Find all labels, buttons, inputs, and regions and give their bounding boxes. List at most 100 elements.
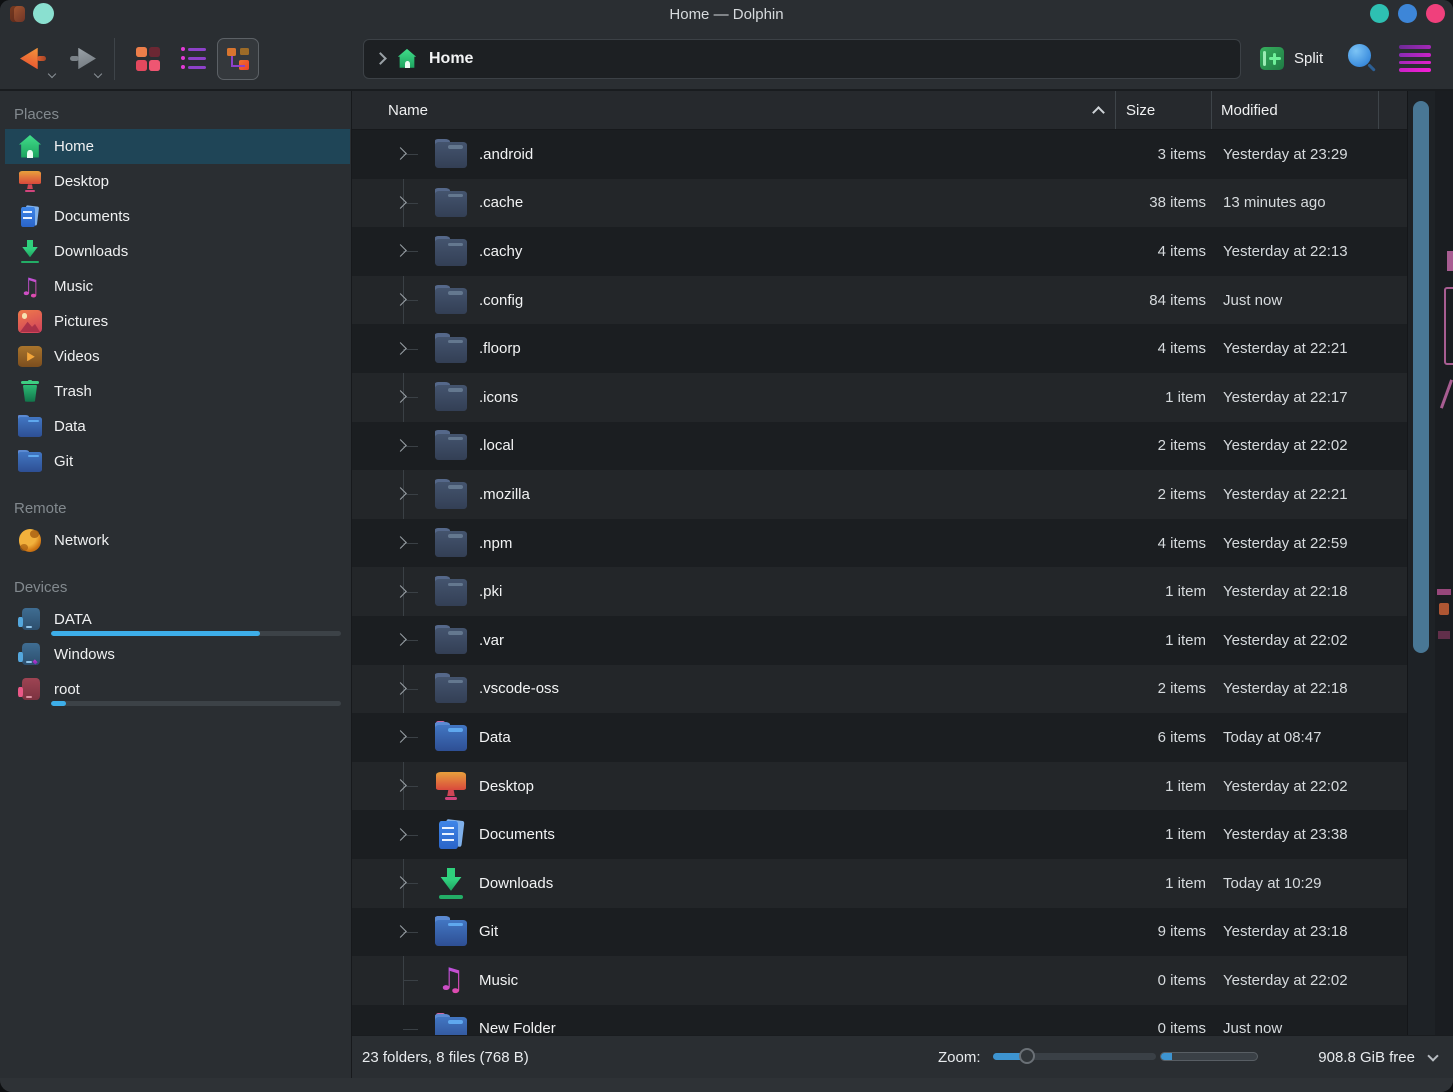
details-view-button[interactable]: [217, 38, 259, 80]
column-header-name[interactable]: Name: [352, 91, 1116, 129]
column-header-spacer: [1379, 91, 1407, 129]
file-row-downloads[interactable]: Downloads1 itemToday at 10:29: [352, 859, 1407, 908]
window-content: PlacesHome Desktop Documents Downloads Music…: [0, 91, 1453, 1078]
back-button[interactable]: [12, 37, 58, 81]
selection-summary: 23 folders, 8 files (768 B): [362, 1049, 529, 1066]
split-button-label: Split: [1294, 50, 1323, 67]
column-header-modified[interactable]: Modified: [1212, 91, 1379, 129]
scrollbar[interactable]: [1407, 91, 1435, 1035]
icons-view-icon: [134, 45, 162, 73]
sidebar-item-desktop[interactable]: Desktop: [5, 164, 350, 199]
file-row-git[interactable]: Git9 itemsYesterday at 23:18: [352, 908, 1407, 957]
folder-icon: [18, 450, 42, 474]
file-row-var[interactable]: .var1 itemYesterday at 22:02: [352, 616, 1407, 665]
file-size: 4 items: [1076, 535, 1206, 552]
music-icon: [435, 964, 467, 996]
file-row-mozilla[interactable]: .mozilla2 itemsYesterday at 22:21: [352, 470, 1407, 519]
zoom-slider-handle[interactable]: [1019, 1048, 1035, 1064]
sidebar-item-network[interactable]: Network: [5, 523, 350, 558]
file-row-music[interactable]: Music0 itemsYesterday at 22:02: [352, 956, 1407, 1005]
maximize-button[interactable]: [1398, 4, 1417, 23]
file-row-config[interactable]: .config84 itemsJust now: [352, 276, 1407, 325]
sidebar-item-home[interactable]: Home: [5, 129, 350, 164]
sidebar-item-label: Network: [54, 532, 109, 549]
file-row-vscode-oss[interactable]: .vscode-oss2 itemsYesterday at 22:18: [352, 665, 1407, 714]
breadcrumb[interactable]: Home: [429, 50, 473, 68]
sidebar-item-label: root: [54, 681, 80, 698]
split-button[interactable]: Split: [1259, 46, 1323, 72]
sidebar-section-label: Places: [0, 99, 351, 129]
sidebar-item-music[interactable]: Music: [5, 269, 350, 304]
file-row-android[interactable]: .android3 itemsYesterday at 23:29: [352, 130, 1407, 179]
sidebar-item-label: Data: [54, 418, 86, 435]
sidebar-item-root[interactable]: root: [5, 672, 350, 707]
file-row-pki[interactable]: .pki1 itemYesterday at 22:18: [352, 567, 1407, 616]
sidebar-item-windows[interactable]: Windows: [5, 637, 350, 672]
sidebar-item-documents[interactable]: Documents: [5, 199, 350, 234]
sidebar-item-downloads[interactable]: Downloads: [5, 234, 350, 269]
search-button[interactable]: [1347, 44, 1377, 74]
toolbar-separator: [114, 38, 115, 80]
file-row-cachy[interactable]: .cachy4 itemsYesterday at 22:13: [352, 227, 1407, 276]
sidebar-item-label: Music: [54, 278, 93, 295]
desktop-icon: [18, 170, 42, 194]
split-view-icon: [1259, 46, 1285, 72]
sidebar-item-label: Desktop: [54, 173, 109, 190]
main-panel: Name Size Modified .android3 itemsYester…: [352, 91, 1453, 1078]
file-size: 1 item: [1076, 583, 1206, 600]
file-modified: Yesterday at 22:21: [1206, 340, 1407, 357]
forward-button[interactable]: [58, 37, 104, 81]
chevron-down-icon[interactable]: [1427, 1050, 1438, 1061]
compact-view-button[interactable]: [171, 37, 217, 81]
file-row-desktop[interactable]: Desktop1 itemYesterday at 22:02: [352, 762, 1407, 811]
zoom-slider[interactable]: [993, 1053, 1156, 1060]
sidebar-item-pictures[interactable]: Pictures: [5, 304, 350, 339]
free-space-bar: [1160, 1052, 1258, 1061]
sidebar-item-data[interactable]: Data: [5, 409, 350, 444]
scrollbar-thumb[interactable]: [1413, 101, 1429, 653]
file-row-floorp[interactable]: .floorp4 itemsYesterday at 22:21: [352, 324, 1407, 373]
hamburger-menu-button[interactable]: [1399, 45, 1431, 72]
icons-view-button[interactable]: [125, 37, 171, 81]
sidebar-item-trash[interactable]: Trash: [5, 374, 350, 409]
sidebar-item-label: Pictures: [54, 313, 108, 330]
back-arrow-icon: [18, 44, 52, 74]
location-bar[interactable]: Home: [363, 39, 1241, 79]
screen-edge-artifacts: [1435, 91, 1453, 1035]
minimize-button[interactable]: [1370, 4, 1389, 23]
file-size: 1 item: [1076, 389, 1206, 406]
folder-hidden-icon: [435, 333, 467, 365]
column-header[interactable]: Name Size Modified: [352, 91, 1407, 130]
documents-icon: [18, 205, 42, 229]
file-row-documents[interactable]: Documents1 itemYesterday at 23:38: [352, 810, 1407, 859]
videos-icon: [18, 345, 42, 369]
file-row-data[interactable]: Data6 itemsToday at 08:47: [352, 713, 1407, 762]
edge-fragment: [1439, 603, 1449, 615]
sidebar-item-git[interactable]: Git: [5, 444, 350, 479]
file-row-new-folder[interactable]: New Folder0 itemsJust now: [352, 1005, 1407, 1035]
file-modified: Yesterday at 22:21: [1206, 486, 1407, 503]
file-modified: Yesterday at 22:02: [1206, 437, 1407, 454]
file-size: 1 item: [1076, 826, 1206, 843]
sidebar-item-label: Documents: [54, 208, 130, 225]
tree-branch: [403, 1029, 418, 1030]
chevron-right-icon[interactable]: [374, 52, 387, 65]
sidebar-item-data[interactable]: DATA: [5, 602, 350, 637]
sidebar-section-label: Remote: [0, 493, 351, 523]
column-name-label: Name: [388, 102, 428, 119]
folder-hidden-icon: [435, 673, 467, 705]
documents-icon: [435, 819, 467, 851]
file-row-cache[interactable]: .cache38 items13 minutes ago: [352, 179, 1407, 228]
close-button[interactable]: [1426, 4, 1445, 23]
trash-icon: [18, 380, 42, 404]
file-row-npm[interactable]: .npm4 itemsYesterday at 22:59: [352, 519, 1407, 568]
folder-icon: [435, 721, 467, 753]
file-size: 3 items: [1076, 146, 1206, 163]
home-icon: [397, 49, 417, 69]
edge-fragment: [1437, 589, 1451, 595]
file-row-local[interactable]: .local2 itemsYesterday at 22:02: [352, 422, 1407, 471]
file-row-icons[interactable]: .icons1 itemYesterday at 22:17: [352, 373, 1407, 422]
titlebar[interactable]: Home — Dolphin: [0, 0, 1453, 28]
sidebar-item-videos[interactable]: Videos: [5, 339, 350, 374]
column-header-size[interactable]: Size: [1116, 91, 1212, 129]
